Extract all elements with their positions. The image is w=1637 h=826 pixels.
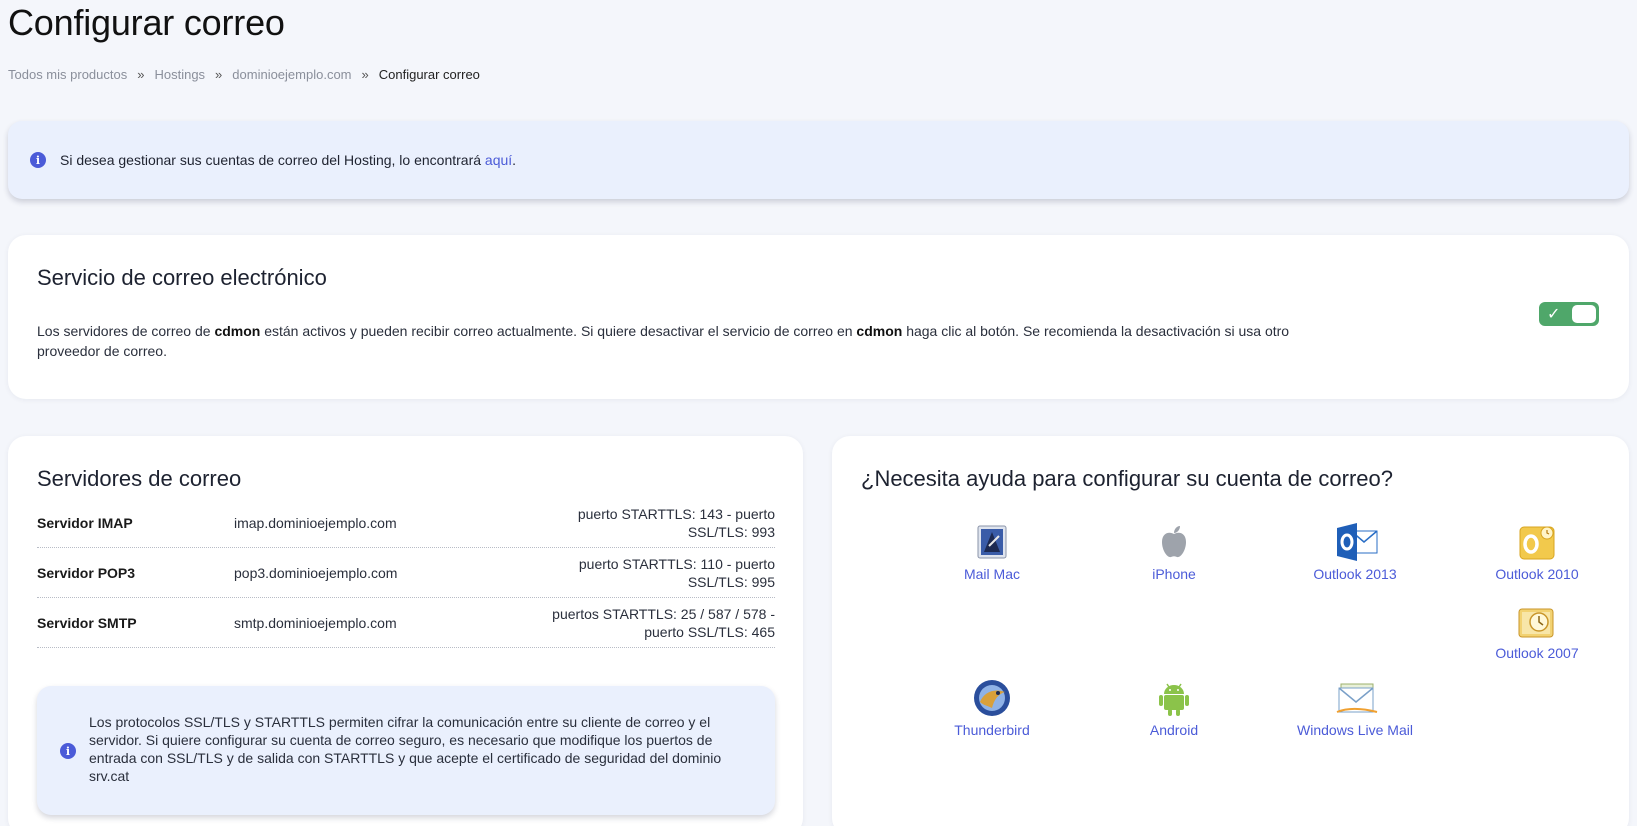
table-row: Servidor IMAP imap.dominioejemplo.com pu…	[37, 498, 775, 548]
ssl-info-note: i Los protocolos SSL/TLS y STARTTLS perm…	[37, 686, 775, 815]
info-banner: i Si desea gestionar sus cuentas de corr…	[8, 121, 1629, 199]
client-label: Outlook 2010	[1495, 566, 1579, 582]
table-row: Servidor SMTP smtp.dominioejemplo.com pu…	[37, 598, 775, 648]
client-label: Thunderbird	[954, 722, 1030, 738]
client-label: Android	[1149, 722, 1199, 738]
breadcrumb: Todos mis productos » Hostings » dominio…	[8, 67, 480, 82]
client-outlook-2010[interactable]: Outlook 2010	[1457, 522, 1617, 582]
client-windows-live-mail[interactable]: Windows Live Mail	[1275, 678, 1435, 738]
client-label: Outlook 2007	[1495, 645, 1579, 661]
service-title: Servicio de correo electrónico	[37, 265, 327, 290]
server-name: Servidor SMTP	[37, 614, 137, 631]
server-name: Servidor IMAP	[37, 514, 133, 531]
android-icon	[1154, 678, 1194, 718]
client-label: iPhone	[1152, 566, 1196, 582]
help-card: ¿Necesita ayuda para configurar su cuent…	[832, 436, 1629, 826]
help-title: ¿Necesita ayuda para configurar su cuent…	[861, 466, 1393, 491]
client-label: Windows Live Mail	[1297, 722, 1413, 738]
breadcrumb-item-current: Configurar correo	[378, 67, 480, 82]
banner-link[interactable]: aquí	[485, 152, 512, 168]
breadcrumb-item-hostings[interactable]: Hostings	[154, 67, 205, 82]
banner-text: Si desea gestionar sus cuentas de correo…	[60, 152, 517, 168]
server-ports: puerto STARTTLS: 110 - puerto SSL/TLS: 9…	[578, 555, 775, 590]
info-icon: i	[30, 152, 46, 168]
client-iphone[interactable]: iPhone	[1094, 522, 1254, 582]
server-host: imap.dominioejemplo.com	[234, 514, 397, 531]
outlook-2007-icon	[1517, 601, 1557, 641]
server-ports: puertos STARTTLS: 25 / 587 / 578 - puert…	[552, 605, 775, 640]
outlook-2013-icon	[1335, 522, 1378, 562]
page-title: Configurar correo	[8, 2, 285, 43]
server-host: pop3.dominioejemplo.com	[234, 564, 398, 581]
mail-mac-icon	[972, 522, 1012, 562]
client-mail-mac[interactable]: Mail Mac	[912, 522, 1072, 582]
client-outlook-2007[interactable]: Outlook 2007	[1457, 601, 1617, 661]
thunderbird-icon	[972, 678, 1012, 718]
windows-live-mail-icon	[1335, 678, 1378, 718]
server-host: smtp.dominioejemplo.com	[234, 614, 397, 631]
outlook-2010-icon	[1517, 522, 1557, 562]
breadcrumb-item-domain[interactable]: dominioejemplo.com	[232, 67, 351, 82]
servers-title: Servidores de correo	[37, 466, 242, 491]
client-label: Mail Mac	[963, 566, 1020, 582]
breadcrumb-item-products[interactable]: Todos mis productos	[8, 67, 127, 82]
client-outlook-2013[interactable]: Outlook 2013	[1275, 522, 1435, 582]
check-icon: ✓	[1547, 304, 1561, 323]
table-row: Servidor POP3 pop3.dominioejemplo.com pu…	[37, 548, 775, 598]
info-icon: i	[60, 743, 76, 759]
server-name: Servidor POP3	[37, 564, 136, 581]
client-android[interactable]: Android	[1094, 678, 1254, 738]
email-service-toggle[interactable]: ✓	[1539, 302, 1599, 326]
toggle-knob	[1572, 305, 1596, 323]
mail-servers-card: Servidores de correo Servidor IMAP imap.…	[8, 436, 803, 826]
server-ports: puerto STARTTLS: 143 - puerto SSL/TLS: 9…	[577, 505, 775, 540]
client-thunderbird[interactable]: Thunderbird	[912, 678, 1072, 738]
breadcrumb-separator: »	[137, 67, 145, 82]
ssl-note-text: Los protocolos SSL/TLS y STARTTLS permit…	[89, 714, 722, 784]
service-description: Los servidores de correo de cdmon están …	[37, 323, 1290, 359]
email-service-card: Servicio de correo electrónico Los servi…	[8, 235, 1629, 399]
breadcrumb-separator: »	[215, 67, 223, 82]
client-label: Outlook 2013	[1313, 566, 1397, 582]
apple-icon	[1154, 522, 1194, 562]
breadcrumb-separator: »	[361, 67, 369, 82]
